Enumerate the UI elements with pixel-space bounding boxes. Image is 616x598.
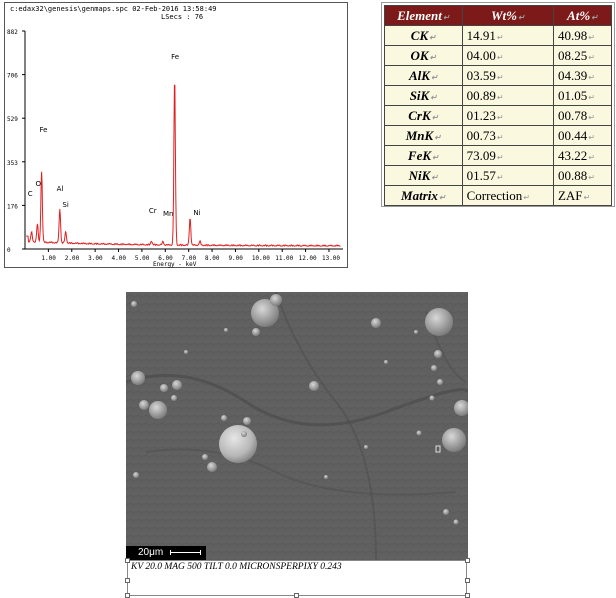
peak-label: Si [62,201,68,209]
x-tick-label: 5.00 [135,255,150,262]
peak-label: Ni [193,209,200,217]
sem-image [126,292,468,560]
spectrum-plot: 88270652935317601.00 2.00 3.00 4.00 5.00 6.00… [7,29,343,268]
x-tick-label: 8.00 [205,255,220,262]
peak-label: Al [57,185,64,193]
x-tick-label: 2.00 [65,255,80,262]
cell-element: NiK↵ [384,165,463,186]
table-row: NiK↵ 01.57↵ 00.88↵ [384,165,613,186]
cell-at: 40.98↵ [552,25,613,46]
y-tick-label: 706 [7,73,18,80]
resize-handle-top-right[interactable] [465,558,470,563]
x-axis-label: Energy - keV [153,261,197,268]
cell-at: 04.39↵ [552,65,613,86]
cell-element: CrK↵ [384,105,463,126]
peak-label: Fe [39,126,47,134]
table-header-row: Element↵ Wt%↵ At%↵ [384,5,613,26]
cell-at: 43.22↵ [552,145,613,166]
table-row: Matrix↵ Correction↵ ZAF↵ [384,185,613,206]
y-tick-label: 882 [7,29,18,36]
peak-label: O [36,180,42,188]
x-tick-label: 4.00 [112,255,127,262]
sem-parameters-caption: KV 20.0 MAG 500 TILT 0.0 MICRONSPERPIXY … [131,562,342,572]
header-element: Element↵ [384,5,463,26]
composition-table: Element↵ Wt%↵ At%↵ CK↵ 14.91↵ 40.98↵ OK↵ 04.… [384,5,613,206]
table-row: CrK↵ 01.23↵ 00.78↵ [384,105,613,126]
cell-at: 00.88↵ [552,165,613,186]
cell-element: Matrix↵ [384,185,463,206]
spectrum-line [26,84,341,248]
cell-wt: 03.59↵ [461,65,554,86]
cell-element: SiK↵ [384,85,463,106]
cell-wt: 01.23↵ [461,105,554,126]
sem-micrograph [126,292,468,560]
cell-at: 01.05↵ [552,85,613,106]
cell-wt: 04.00↵ [461,45,554,66]
cell-wt: 01.57↵ [461,165,554,186]
y-tick-label: 0 [7,247,11,254]
resize-handle-top-left[interactable] [125,558,130,563]
scale-label: 20μm [138,547,164,558]
caption-textbox[interactable]: KV 20.0 MAG 500 TILT 0.0 MICRONSPERPIXY … [127,560,467,596]
cell-at: 00.78↵ [552,105,613,126]
x-tick-label: 1.00 [41,255,56,262]
resize-handle-bottom-left[interactable] [125,593,130,598]
eds-spectrum-panel: c:edax32\genesis\genmaps.spc 02-Feb-2016… [4,2,348,268]
x-tick-label: 3.00 [88,255,103,262]
cell-at: ZAF↵ [552,185,613,206]
table-row: AlK↵ 03.59↵ 04.39↵ [384,65,613,86]
cell-wt: 00.89↵ [461,85,554,106]
y-tick-label: 176 [7,203,18,210]
peak-label: Cr [149,207,157,215]
x-tick-label: 11.00 [275,255,293,262]
cell-wt: 73.09↵ [461,145,554,166]
peak-label: Fe [171,53,179,61]
table-row: SiK↵ 00.89↵ 01.05↵ [384,85,613,106]
cell-at: 00.44↵ [552,125,613,146]
cell-element: OK↵ [384,45,463,66]
x-tick-label: 12.00 [299,255,317,262]
header-wt: Wt%↵ [461,5,554,26]
x-tick-label: 9.00 [228,255,243,262]
scale-bar: 20μm [126,546,206,560]
header-at: At%↵ [552,5,613,26]
cell-element: MnK↵ [384,125,463,146]
cell-wt: Correction↵ [461,185,554,206]
cell-element: AlK↵ [384,65,463,86]
cell-wt: 00.73↵ [461,125,554,146]
peak-label: Mn [163,210,173,218]
y-tick-label: 353 [7,160,18,167]
table-row: FeK↵ 73.09↵ 43.22↵ [384,145,613,166]
resize-handle-bottom-center[interactable] [294,593,299,598]
resize-handle-bottom-right[interactable] [465,593,470,598]
y-tick-label: 529 [7,116,18,123]
cell-element: FeK↵ [384,145,463,166]
x-tick-label: 13.00 [322,255,340,262]
cell-at: 08.25↵ [552,45,613,66]
table-row: CK↵ 14.91↵ 40.98↵ [384,25,613,46]
peak-label: C [28,190,33,198]
resize-handle-middle-left[interactable] [125,578,130,583]
table-row: OK↵ 04.00↵ 08.25↵ [384,45,613,66]
resize-handle-middle-right[interactable] [465,578,470,583]
cell-element: CK↵ [384,25,463,46]
cell-wt: 14.91↵ [461,25,554,46]
table-row: MnK↵ 00.73↵ 00.44↵ [384,125,613,146]
x-tick-label: 10.00 [252,255,270,262]
